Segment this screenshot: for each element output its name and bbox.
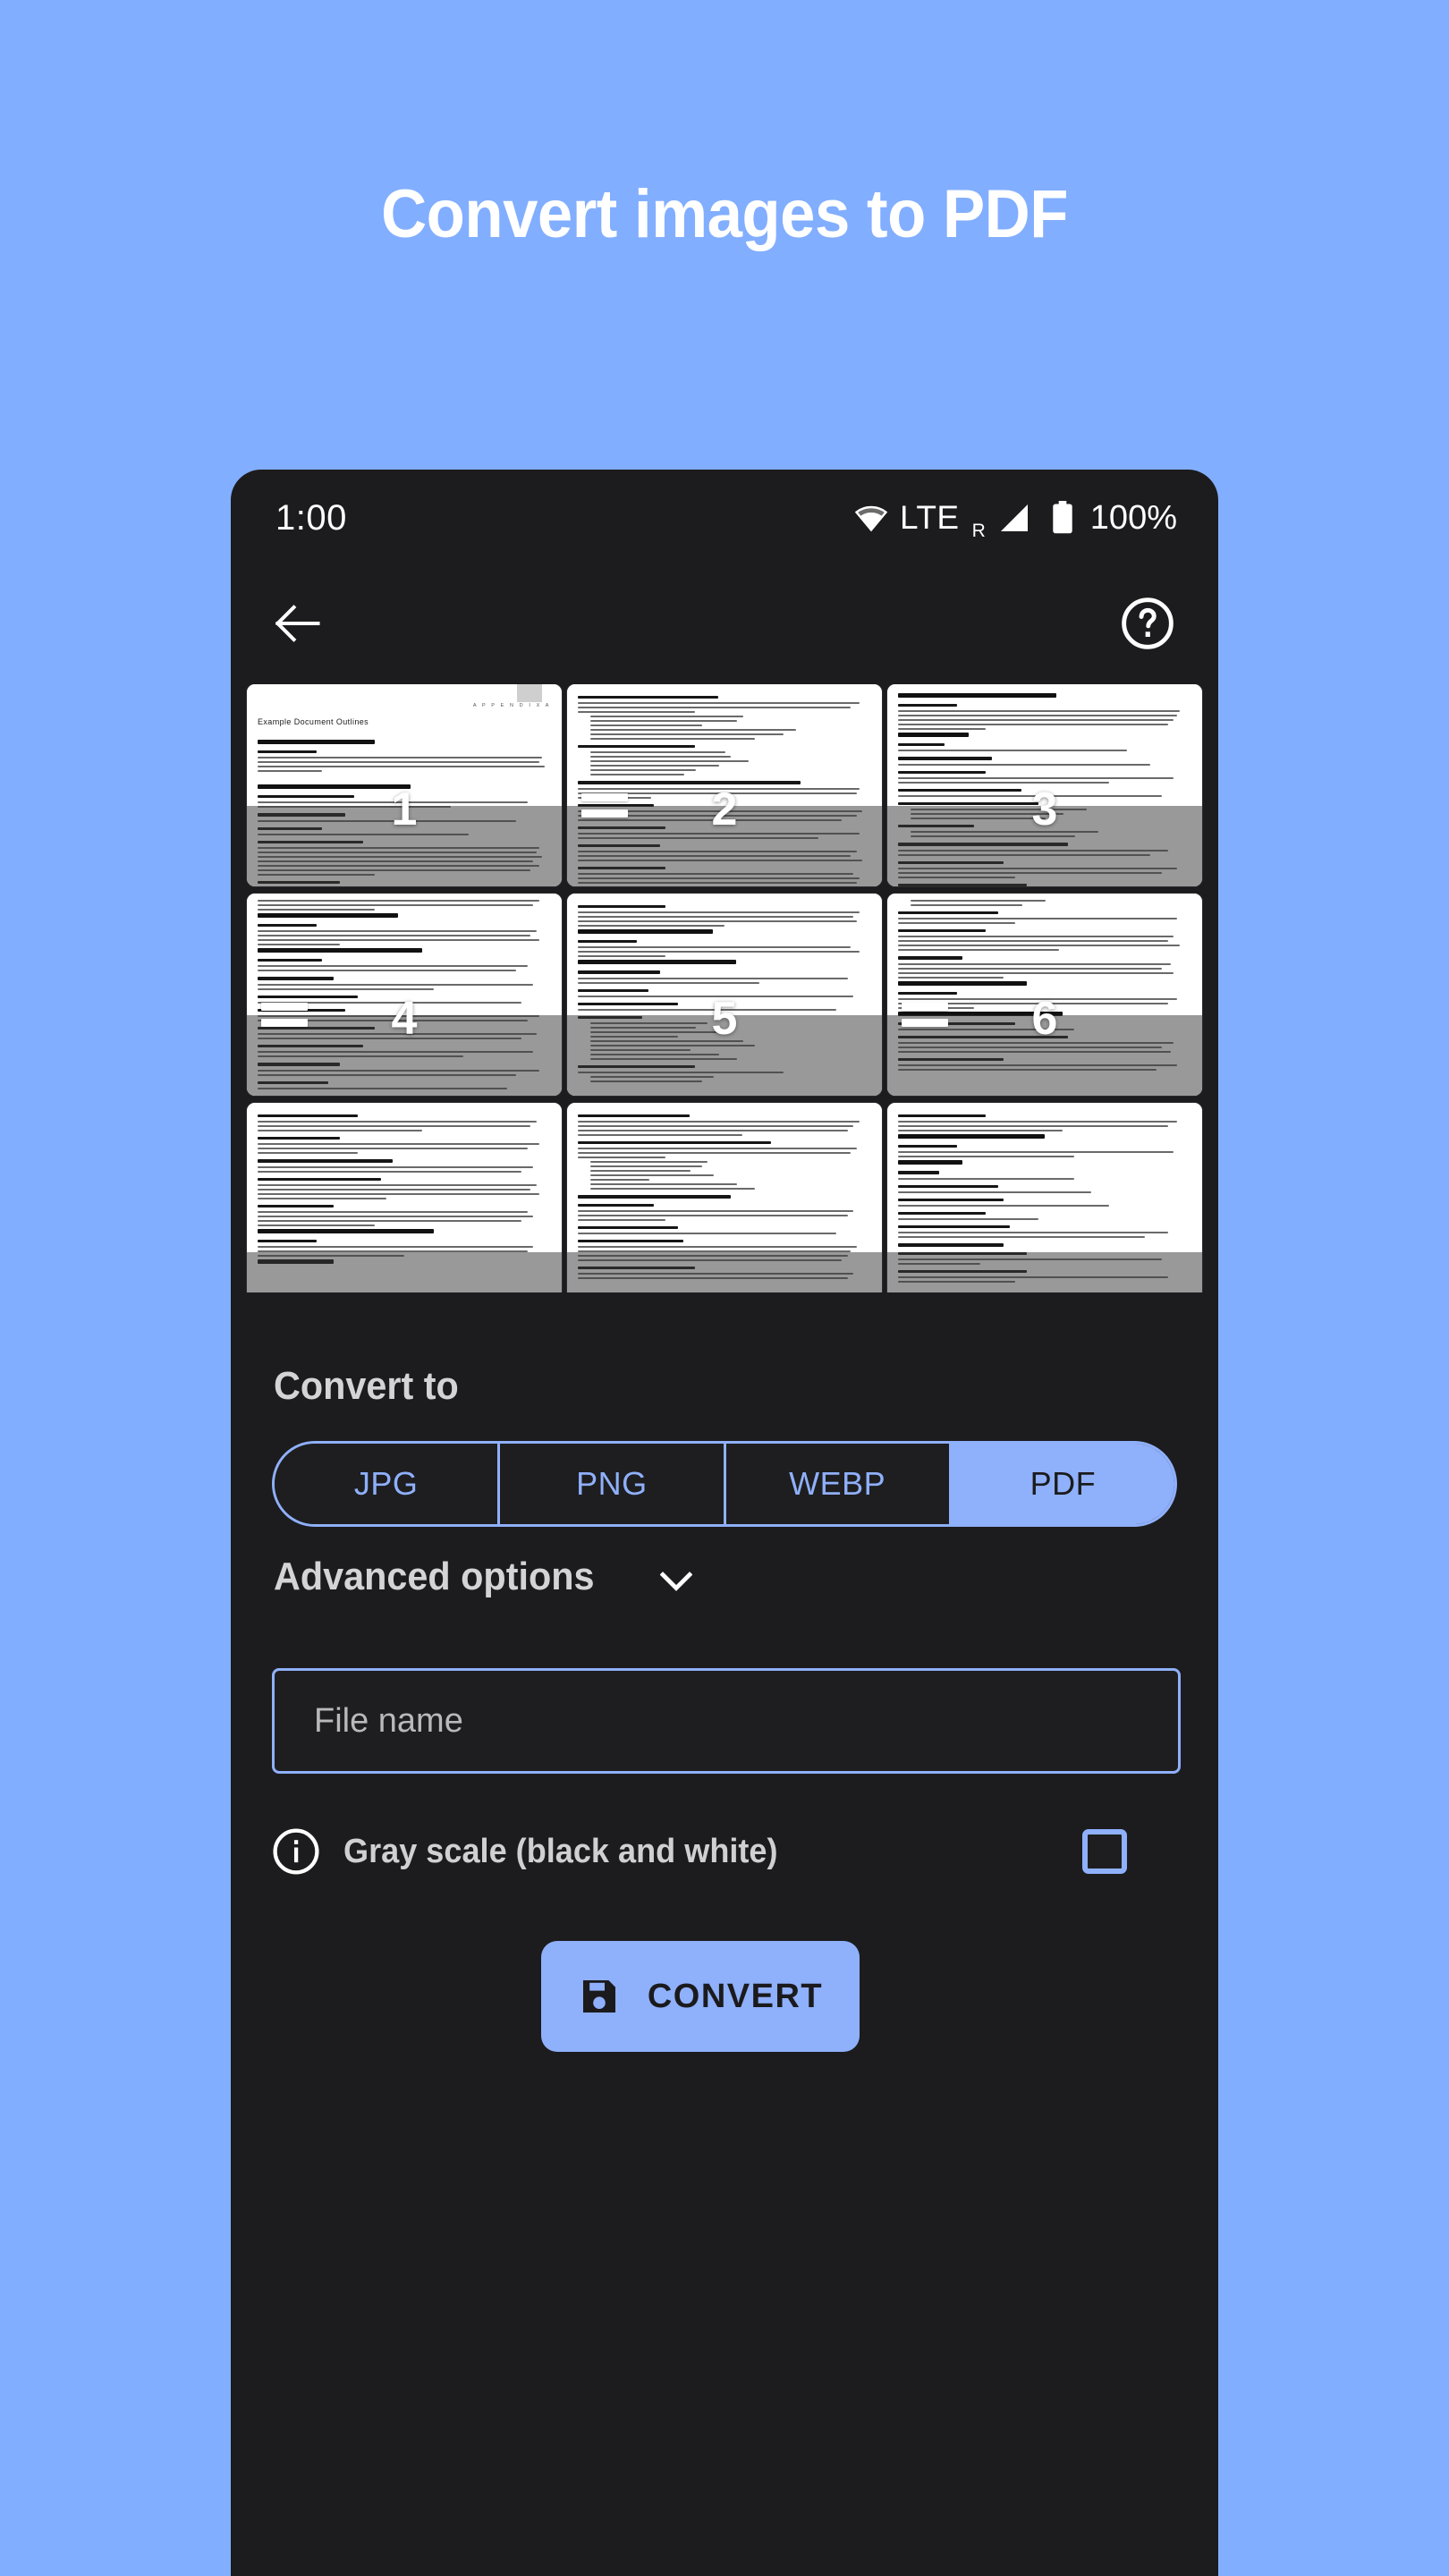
thumbnail-overlay xyxy=(567,1252,882,1292)
file-name-placeholder: File name xyxy=(314,1701,463,1740)
grayscale-label: Gray scale (black and white) xyxy=(343,1832,778,1870)
thumbnail-item[interactable]: 4 xyxy=(247,894,562,1096)
battery-icon xyxy=(1053,501,1072,534)
thumbnail-item[interactable]: 6 xyxy=(887,894,1202,1096)
format-option-png[interactable]: PNG xyxy=(500,1444,726,1524)
convert-button-label: CONVERT xyxy=(647,1977,824,2015)
grayscale-option-row[interactable]: Gray scale (black and white) xyxy=(272,1820,1181,1883)
battery-percent-label: 100% xyxy=(1089,498,1177,537)
phone-mockup: 1:00 LTE R 100% A P P E N D I X A Exampl… xyxy=(231,470,1218,2576)
network-type-label: LTE xyxy=(900,499,960,536)
thumbnail-overlay xyxy=(247,1252,562,1292)
back-button[interactable] xyxy=(274,603,322,644)
thumbnail-item[interactable]: 5 xyxy=(567,894,882,1096)
output-format-selector[interactable]: JPG PNG WEBP PDF xyxy=(272,1441,1177,1527)
thumbnail-overlay xyxy=(567,1014,882,1096)
help-button[interactable] xyxy=(1120,596,1175,651)
file-name-input[interactable]: File name xyxy=(272,1668,1181,1774)
thumbnail-item[interactable] xyxy=(887,1103,1202,1292)
thumbnail-item[interactable]: 2 xyxy=(567,684,882,886)
convert-button[interactable]: CONVERT xyxy=(541,1941,860,2052)
thumbnail-overlay xyxy=(887,805,1202,886)
advanced-options-heading[interactable]: Advanced options xyxy=(274,1555,594,1599)
status-bar: 1:00 LTE R 100% xyxy=(231,470,1218,566)
thumbnail-overlay xyxy=(247,805,562,886)
page-corner-mark xyxy=(517,684,542,702)
chevron-down-icon[interactable] xyxy=(660,1572,692,1591)
format-option-pdf[interactable]: PDF xyxy=(951,1444,1174,1524)
thumbnail-drag-handle[interactable] xyxy=(902,1003,948,1035)
thumbnail-item[interactable] xyxy=(567,1103,882,1292)
thumbnail-item[interactable]: 3 xyxy=(887,684,1202,886)
screenshot-root: Convert images to PDF 1:00 LTE R 100% A … xyxy=(0,0,1449,2576)
status-time: 1:00 xyxy=(275,497,347,538)
convert-to-heading: Convert to xyxy=(274,1364,459,1408)
thumbnail-drag-handle[interactable] xyxy=(261,1003,308,1035)
help-circle-icon xyxy=(1122,597,1174,649)
back-arrow-icon xyxy=(275,605,320,642)
format-option-jpg[interactable]: JPG xyxy=(275,1444,501,1524)
status-icons-group: LTE R 100% xyxy=(853,494,1177,542)
thumbnail-item[interactable]: A P P E N D I X A Example Document Outli… xyxy=(247,684,562,886)
image-thumbnail-grid[interactable]: A P P E N D I X A Example Document Outli… xyxy=(231,684,1218,1292)
save-icon xyxy=(582,1980,615,2012)
format-option-webp[interactable]: WEBP xyxy=(725,1444,952,1524)
thumbnail-overlay xyxy=(887,1252,1202,1292)
wifi-icon xyxy=(854,505,888,532)
thumbnail-appendix-label: A P P E N D I X A xyxy=(472,703,551,708)
thumbnail-drag-handle[interactable] xyxy=(581,793,628,826)
info-icon[interactable] xyxy=(272,1827,320,1876)
roaming-indicator: R xyxy=(971,521,986,541)
grayscale-checkbox[interactable] xyxy=(1082,1829,1127,1874)
page-title: Convert images to PDF xyxy=(381,176,1068,252)
signal-icon xyxy=(1000,504,1028,531)
app-bar xyxy=(231,566,1218,681)
thumbnail-item[interactable] xyxy=(247,1103,562,1292)
thumbnail-doc-title: Example Document Outlines xyxy=(258,717,369,726)
